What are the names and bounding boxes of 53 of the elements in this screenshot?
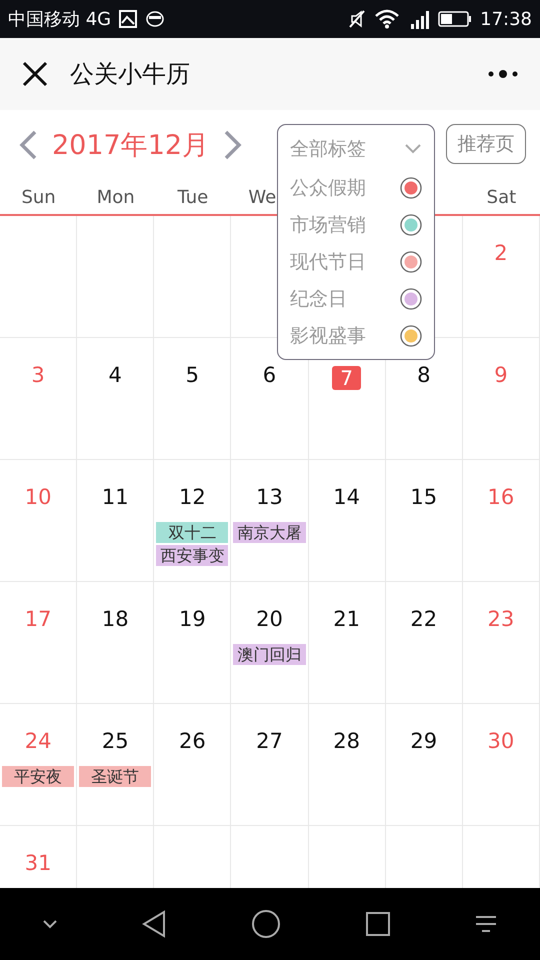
- day-cell[interactable]: 12 双十二 西安事变: [154, 460, 232, 582]
- app-title: 公关小牛历: [70, 59, 190, 90]
- weekday-label: Mon: [96, 186, 135, 208]
- weekday-label: We: [248, 186, 276, 208]
- day-cell[interactable]: 27: [231, 704, 309, 826]
- day-number[interactable]: 6: [262, 362, 276, 388]
- day-cell[interactable]: 29: [386, 704, 463, 826]
- day-cell[interactable]: 19: [154, 582, 232, 704]
- event-tag[interactable]: 南京大屠: [233, 522, 306, 543]
- weekday-label: Sat: [486, 186, 516, 208]
- day-cell[interactable]: 4: [77, 338, 154, 460]
- day-number[interactable]: 29: [410, 728, 438, 754]
- event-tag[interactable]: 澳门回归: [233, 644, 306, 665]
- day-number[interactable]: 13: [256, 484, 283, 510]
- day-number[interactable]: 18: [102, 606, 129, 632]
- day-number[interactable]: 19: [178, 606, 206, 632]
- day-cell[interactable]: 22: [386, 582, 463, 704]
- day-number[interactable]: 4: [108, 362, 122, 388]
- event-tag[interactable]: 双十二: [156, 522, 228, 543]
- day-cell[interactable]: 18: [77, 582, 154, 704]
- month-title: 2017年12月: [52, 129, 210, 163]
- day-number[interactable]: 22: [410, 606, 438, 632]
- day-cell[interactable]: 26: [154, 704, 232, 826]
- day-number[interactable]: 27: [256, 728, 283, 754]
- day-cell[interactable]: 25 圣诞节: [77, 704, 154, 826]
- day-cell[interactable]: 5: [154, 338, 232, 460]
- day-cell[interactable]: 21: [308, 582, 386, 704]
- clock-text: 17:38: [480, 8, 532, 30]
- event-tag[interactable]: 平安夜: [2, 766, 74, 787]
- day-number[interactable]: 15: [410, 484, 438, 510]
- day-cell[interactable]: 24 平安夜: [0, 704, 78, 826]
- day-number[interactable]: 11: [102, 484, 129, 510]
- day-cell[interactable]: 15: [386, 460, 463, 582]
- day-number[interactable]: 8: [417, 362, 430, 388]
- day-number[interactable]: 14: [333, 484, 360, 510]
- day-number[interactable]: 5: [186, 362, 200, 388]
- day-number[interactable]: 28: [333, 728, 360, 754]
- weekday-label: Sun: [21, 186, 56, 208]
- day-number[interactable]: 25: [102, 728, 129, 754]
- day-cell[interactable]: 14: [308, 460, 386, 582]
- event-tag[interactable]: 西安事变: [156, 545, 228, 566]
- day-cell[interactable]: 11: [77, 460, 154, 582]
- weekday-label: Tue: [177, 186, 208, 208]
- day-number[interactable]: 20: [256, 606, 283, 632]
- day-cell[interactable]: 20 澳门回归: [231, 582, 309, 704]
- carrier-text: 中国移动 4G: [8, 8, 112, 31]
- day-cell[interactable]: 13 南京大屠: [231, 460, 309, 582]
- event-tag[interactable]: 圣诞节: [79, 766, 152, 787]
- day-number[interactable]: 26: [178, 728, 206, 754]
- day-cell[interactable]: 28: [308, 704, 386, 826]
- day-number[interactable]: 21: [333, 606, 360, 632]
- recommend-button[interactable]: 推荐页: [446, 124, 526, 164]
- day-number[interactable]: 12: [178, 484, 206, 510]
